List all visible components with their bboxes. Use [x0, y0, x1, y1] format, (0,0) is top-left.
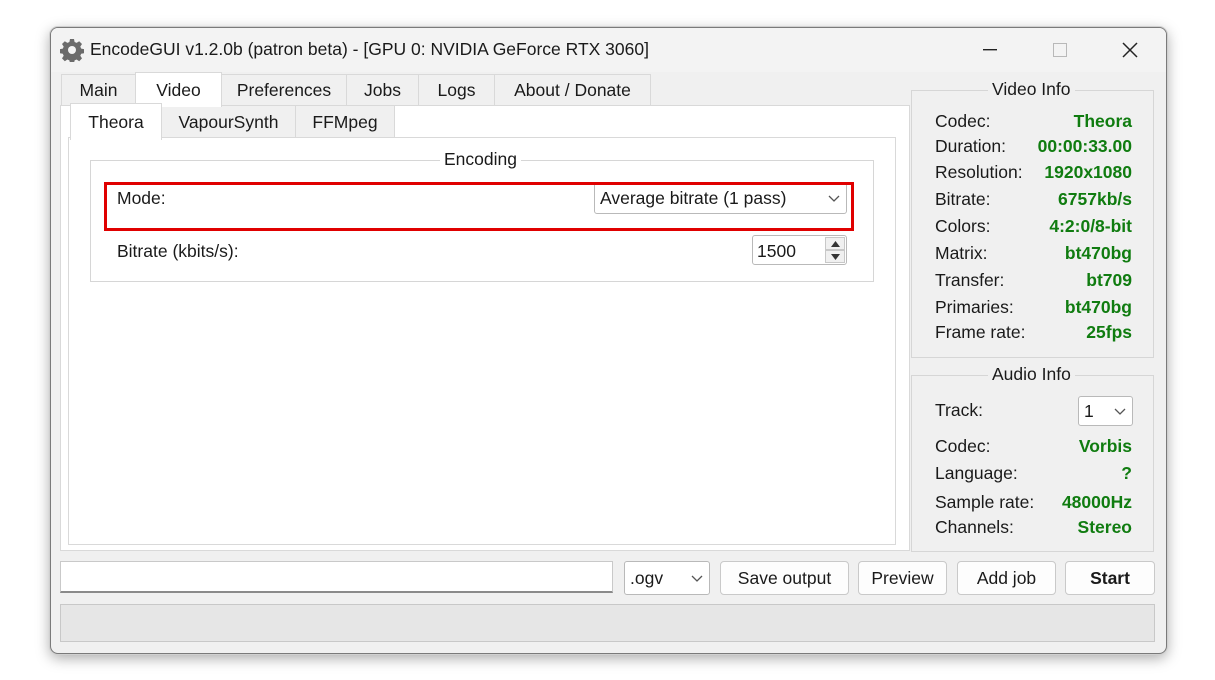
video-resolution-key: Resolution:	[935, 162, 1023, 182]
window-title: EncodeGUI v1.2.0b (patron beta) - [GPU 0…	[90, 39, 649, 59]
save-output-label: Save output	[737, 567, 832, 588]
maximize-button[interactable]	[1037, 36, 1083, 64]
tab-label: Preferences	[236, 79, 332, 100]
tab-label: Jobs	[364, 79, 401, 100]
video-colors-value: 4:2:0/8-bit	[1049, 216, 1132, 236]
video-tab-panel: Theora VapourSynth FFMpeg Encoding Mode:…	[60, 103, 910, 551]
mode-highlight-box	[104, 182, 854, 231]
stepper-up-button[interactable]	[825, 237, 845, 250]
video-framerate-value: 25fps	[1086, 322, 1132, 342]
video-transfer-key: Transfer:	[935, 270, 1005, 290]
video-bitrate-key: Bitrate:	[935, 189, 991, 209]
audio-samplerate-key: Sample rate:	[935, 492, 1035, 512]
audio-codec-value: Vorbis	[1078, 436, 1132, 456]
save-output-button[interactable]: Save output	[720, 561, 849, 595]
video-framerate-key: Frame rate:	[935, 322, 1026, 342]
app-window: EncodeGUI v1.2.0b (patron beta) - [GPU 0…	[50, 27, 1167, 654]
arrow-up-icon	[830, 240, 840, 247]
audio-samplerate-value: 48000Hz	[1061, 492, 1132, 512]
video-info-title: Video Info	[988, 79, 1075, 100]
video-codec-key: Codec:	[935, 111, 991, 131]
video-matrix-key: Matrix:	[935, 243, 988, 263]
audio-track-select[interactable]: 1	[1078, 396, 1133, 426]
audio-language-value: ?	[1121, 463, 1132, 483]
stepper-buttons	[825, 237, 845, 263]
audio-codec-key: Codec:	[935, 436, 991, 456]
video-matrix-value: bt470bg	[1064, 243, 1132, 263]
subtab-label: FFMpeg	[312, 111, 378, 132]
subtab-ffmpeg[interactable]: FFMpeg	[295, 105, 395, 138]
preview-button[interactable]: Preview	[858, 561, 947, 595]
extension-value: .ogv	[630, 567, 664, 588]
tab-main[interactable]: Main	[61, 74, 136, 105]
bitrate-label: Bitrate (kbits/s):	[117, 241, 239, 261]
audio-channels-key: Channels:	[935, 517, 1014, 537]
extension-select[interactable]: .ogv	[624, 561, 710, 595]
video-bitrate-value: 6757kb/s	[1058, 189, 1132, 209]
progress-bar	[60, 604, 1155, 642]
add-job-label: Add job	[976, 567, 1037, 588]
video-colors-key: Colors:	[935, 216, 991, 236]
bitrate-stepper[interactable]: 1500	[752, 235, 847, 265]
video-resolution-value: 1920x1080	[1044, 162, 1132, 182]
audio-info-group: Audio Info Track: 1 Codec: Vorbis Langua…	[911, 364, 1154, 552]
subtab-label: VapourSynth	[178, 111, 279, 132]
title-bar: EncodeGUI v1.2.0b (patron beta) - [GPU 0…	[51, 28, 1166, 72]
video-transfer-value: bt709	[1086, 270, 1132, 290]
add-job-button[interactable]: Add job	[957, 561, 1056, 595]
video-duration-key: Duration:	[935, 136, 1007, 156]
tab-about-donate[interactable]: About / Donate	[494, 74, 651, 105]
tab-video[interactable]: Video	[135, 72, 222, 107]
subtab-theora[interactable]: Theora	[70, 103, 162, 140]
subtab-vapoursynth[interactable]: VapourSynth	[161, 105, 296, 138]
minimize-button[interactable]	[967, 36, 1013, 64]
tab-label: Main	[79, 79, 118, 100]
encoding-group-title: Encoding	[440, 149, 521, 170]
video-primaries-value: bt470bg	[1064, 297, 1132, 317]
stepper-down-button[interactable]	[825, 250, 845, 263]
audio-track-key: Track:	[935, 400, 983, 420]
tab-label: Logs	[437, 79, 476, 100]
output-path-input[interactable]	[60, 561, 613, 593]
audio-language-key: Language:	[935, 463, 1018, 483]
start-button[interactable]: Start	[1065, 561, 1155, 595]
preview-label: Preview	[871, 567, 934, 588]
subtab-label: Theora	[88, 111, 144, 132]
tab-jobs[interactable]: Jobs	[346, 74, 419, 105]
audio-info-title: Audio Info	[988, 364, 1075, 385]
tab-label: About / Donate	[514, 79, 631, 100]
video-codec-value: Theora	[1073, 111, 1132, 131]
arrow-down-icon	[830, 253, 840, 260]
tab-logs[interactable]: Logs	[418, 74, 495, 105]
close-button[interactable]	[1107, 36, 1153, 64]
video-duration-value: 00:00:33.00	[1037, 136, 1132, 156]
gear-icon	[59, 38, 85, 64]
start-label: Start	[1090, 567, 1130, 588]
video-info-group: Video Info Codec: Theora Duration: 00:00…	[911, 79, 1154, 358]
audio-channels-value: Stereo	[1077, 517, 1132, 537]
chevron-down-icon	[691, 575, 703, 582]
audio-track-value: 1	[1084, 400, 1094, 421]
tab-preferences[interactable]: Preferences	[221, 74, 347, 105]
bitrate-value: 1500	[757, 241, 796, 261]
chevron-down-icon	[1114, 408, 1126, 415]
tab-label: Video	[156, 79, 201, 100]
video-primaries-key: Primaries:	[935, 297, 1014, 317]
